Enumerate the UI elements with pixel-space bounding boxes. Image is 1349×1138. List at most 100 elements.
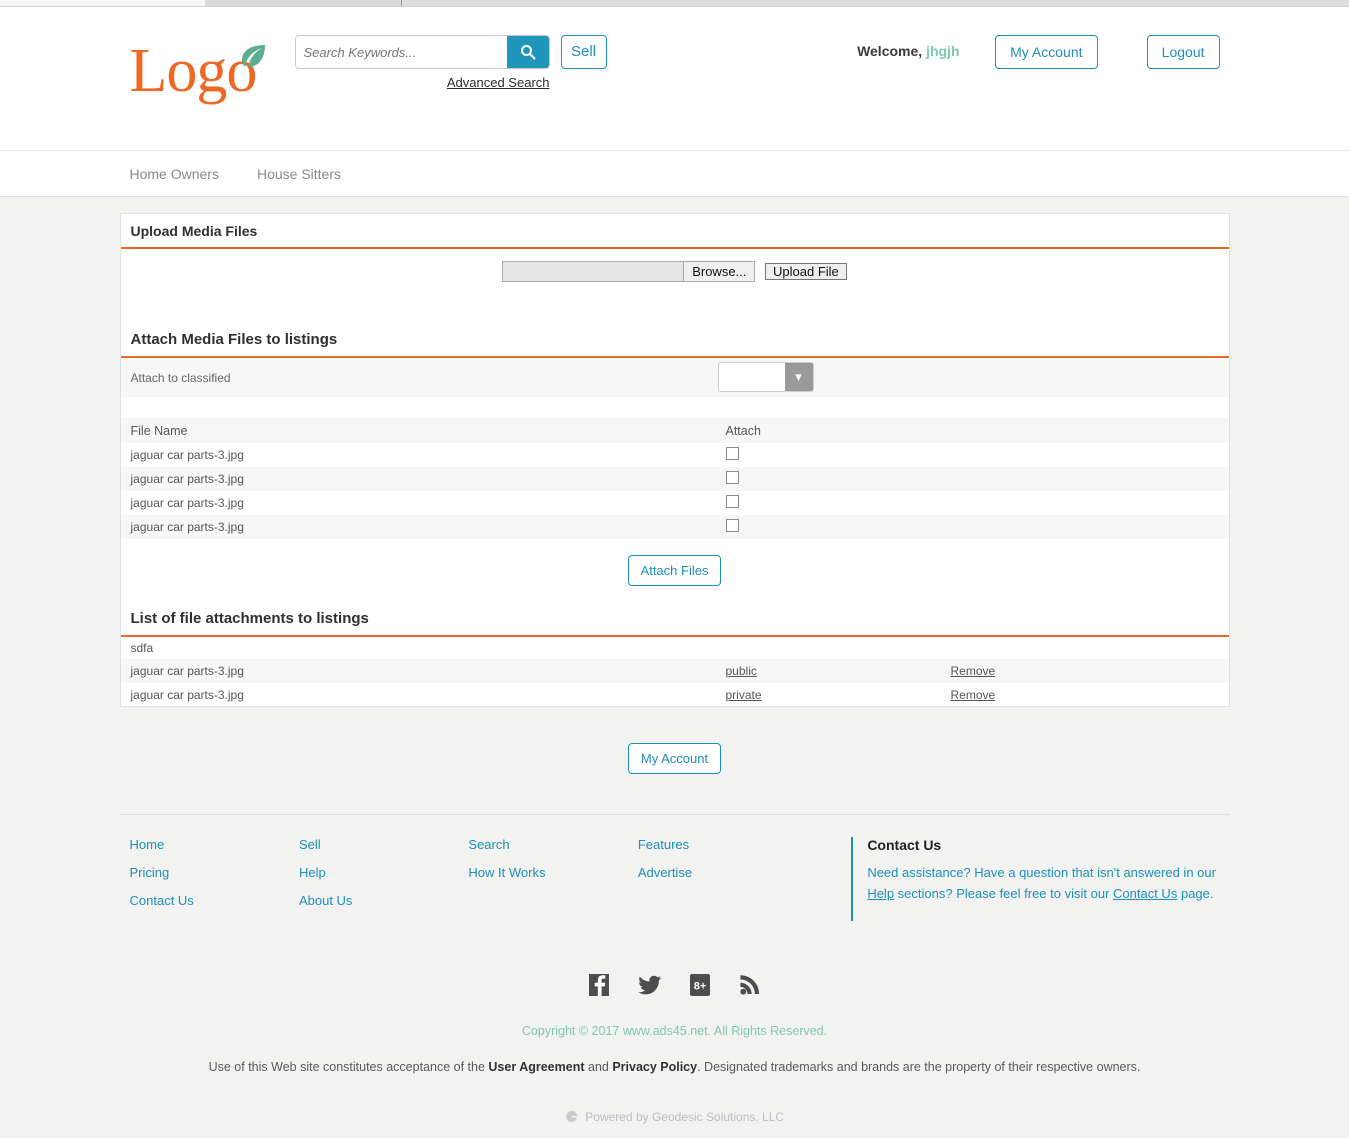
contact-text-2: sections? Please feel free to visit our: [894, 886, 1114, 901]
username-label: jhgjh: [926, 43, 960, 59]
chevron-down-icon: ▾: [784, 363, 813, 391]
attach-cell: [725, 447, 981, 463]
attachment-visibility-link[interactable]: public: [726, 664, 951, 678]
search-box: [294, 35, 550, 69]
attach-checkbox[interactable]: [725, 471, 739, 484]
welcome-text: Welcome, jhgjh: [857, 43, 959, 59]
sell-button[interactable]: Sell: [560, 35, 607, 69]
attach-checkbox[interactable]: [725, 519, 739, 532]
rss-icon[interactable]: [739, 973, 761, 997]
column-file-name: File Name: [130, 423, 188, 438]
legal-text-3: . Designated trademarks and brands are t…: [697, 1060, 1141, 1074]
visibility-value: private: [725, 687, 762, 702]
footer-link-features[interactable]: Features: [638, 837, 807, 852]
attach-files-row: Attach Files: [120, 539, 1229, 600]
attach-checkbox[interactable]: [725, 447, 739, 460]
attachment-remove-link[interactable]: Remove: [951, 664, 1151, 678]
my-account-button[interactable]: My Account: [995, 35, 1098, 69]
nav-item-house-sitters[interactable]: House Sitters: [257, 166, 341, 182]
attach-checkbox[interactable]: [725, 495, 739, 508]
browser-tab-2[interactable]: [205, 0, 402, 6]
browser-tab-1[interactable]: [0, 0, 205, 6]
attachment-file-name: jaguar car parts-3.jpg: [130, 664, 244, 678]
file-path-field[interactable]: [502, 261, 685, 282]
footer-link-search[interactable]: Search: [468, 837, 637, 852]
browse-button[interactable]: Browse...: [684, 261, 756, 282]
search-input[interactable]: [295, 36, 507, 68]
file-name-cell: jaguar car parts-3.jpg: [130, 448, 244, 462]
site-header: Logo Advanced Search Sell Welcome, jhgjh: [0, 7, 1349, 151]
footer-column-1: Home Pricing Contact Us: [130, 837, 299, 921]
browser-tab-bar-empty: [402, 0, 1349, 6]
social-icons: 8+: [0, 941, 1349, 997]
footer-link-home[interactable]: Home: [130, 837, 299, 852]
attachment-remove-link[interactable]: Remove: [951, 688, 1151, 702]
footer-link-help[interactable]: Help: [299, 865, 468, 880]
footer-link-sell[interactable]: Sell: [299, 837, 468, 852]
attachment-visibility-link[interactable]: private: [726, 688, 951, 702]
table-row: jaguar car parts-3.jpg: [120, 467, 1229, 491]
footer-link-advertise[interactable]: Advertise: [638, 865, 807, 880]
site-logo[interactable]: Logo: [129, 37, 265, 105]
file-name-cell: jaguar car parts-3.jpg: [130, 472, 244, 486]
footer-column-3: Search How It Works: [468, 837, 637, 921]
user-agreement-link[interactable]: User Agreement: [488, 1060, 584, 1074]
search-area: Advanced Search: [294, 35, 550, 90]
visibility-value: public: [725, 664, 757, 678]
attachment-group-label: sdfa: [120, 637, 1229, 659]
advanced-search-link[interactable]: Advanced Search: [295, 75, 550, 90]
legal-text-1: Use of this Web site constitutes accepta…: [208, 1060, 489, 1074]
facebook-icon[interactable]: [588, 973, 610, 997]
powered-by-label: Powered by Geodesic Solutions, LLC: [585, 1110, 785, 1124]
powered-by-text: Powered by Geodesic Solutions, LLC: [0, 1074, 1349, 1138]
file-name-cell: jaguar car parts-3.jpg: [130, 496, 244, 510]
attach-files-button[interactable]: Attach Files: [627, 555, 722, 586]
site-footer: Home Pricing Contact Us Sell Help About …: [0, 808, 1349, 1138]
footer-column-4: Features Advertise: [638, 837, 807, 921]
attach-cell: [725, 495, 981, 511]
footer-contact-text: Need assistance? Have a question that is…: [867, 862, 1219, 904]
files-table-header: File Name Attach: [120, 418, 1229, 443]
footer-help-link[interactable]: Help: [867, 886, 894, 901]
page-background: Upload Media Files Browse... Upload File…: [0, 197, 1349, 1138]
footer-link-contact-us[interactable]: Contact Us: [130, 893, 299, 908]
contact-text-1: Need assistance? Have a question that is…: [867, 865, 1216, 880]
attach-to-classified-row: Attach to classified ▾: [120, 358, 1229, 397]
attach-to-classified-label: Attach to classified: [130, 370, 231, 385]
nav-item-home-owners[interactable]: Home Owners: [130, 166, 219, 182]
browser-chrome-strip: [0, 0, 1349, 7]
remove-label: Remove: [950, 687, 996, 702]
logo-text: Logo: [129, 37, 258, 105]
footer-link-pricing[interactable]: Pricing: [130, 865, 299, 880]
upload-panel-title: Upload Media Files: [120, 214, 1229, 249]
google-plus-icon[interactable]: 8+: [689, 973, 711, 997]
classified-select[interactable]: ▾: [717, 362, 814, 392]
search-icon[interactable]: [506, 36, 549, 68]
footer-link-how-it-works[interactable]: How It Works: [468, 865, 637, 880]
attach-cell: [725, 471, 981, 487]
table-row: jaguar car parts-3.jpg public Remove: [120, 659, 1229, 683]
legal-text: Use of this Web site constitutes accepta…: [0, 1038, 1349, 1074]
remove-label: Remove: [950, 664, 996, 678]
file-chooser[interactable]: Browse...: [502, 261, 756, 282]
copyright-text: Copyright © 2017 www.ads45.net. All Righ…: [521, 1024, 828, 1038]
logout-button[interactable]: Logout: [1146, 35, 1220, 69]
privacy-policy-link[interactable]: Privacy Policy: [612, 1060, 697, 1074]
footer-contact-us-link[interactable]: Contact Us: [1113, 886, 1177, 901]
spacer-row: [120, 397, 1229, 418]
footer-links-area: Home Pricing Contact Us Sell Help About …: [119, 814, 1230, 941]
attachment-file-name: jaguar car parts-3.jpg: [130, 687, 244, 702]
footer-link-about-us[interactable]: About Us: [299, 893, 468, 908]
footer-contact-title: Contact Us: [867, 837, 942, 853]
leaf-icon: [241, 45, 265, 67]
bottom-my-account-button[interactable]: My Account: [627, 743, 722, 774]
main-nav: Home Owners House Sitters: [0, 151, 1349, 197]
upload-media-panel: Upload Media Files Browse... Upload File…: [119, 213, 1230, 707]
upload-controls-row: Browse... Upload File: [120, 249, 1229, 321]
welcome-prefix: Welcome,: [857, 43, 923, 59]
column-attach: Attach: [725, 423, 761, 438]
svg-text:8+: 8+: [694, 981, 707, 993]
table-row: jaguar car parts-3.jpg: [120, 443, 1229, 467]
twitter-icon[interactable]: [637, 973, 662, 997]
upload-file-button[interactable]: Upload File: [765, 263, 847, 280]
